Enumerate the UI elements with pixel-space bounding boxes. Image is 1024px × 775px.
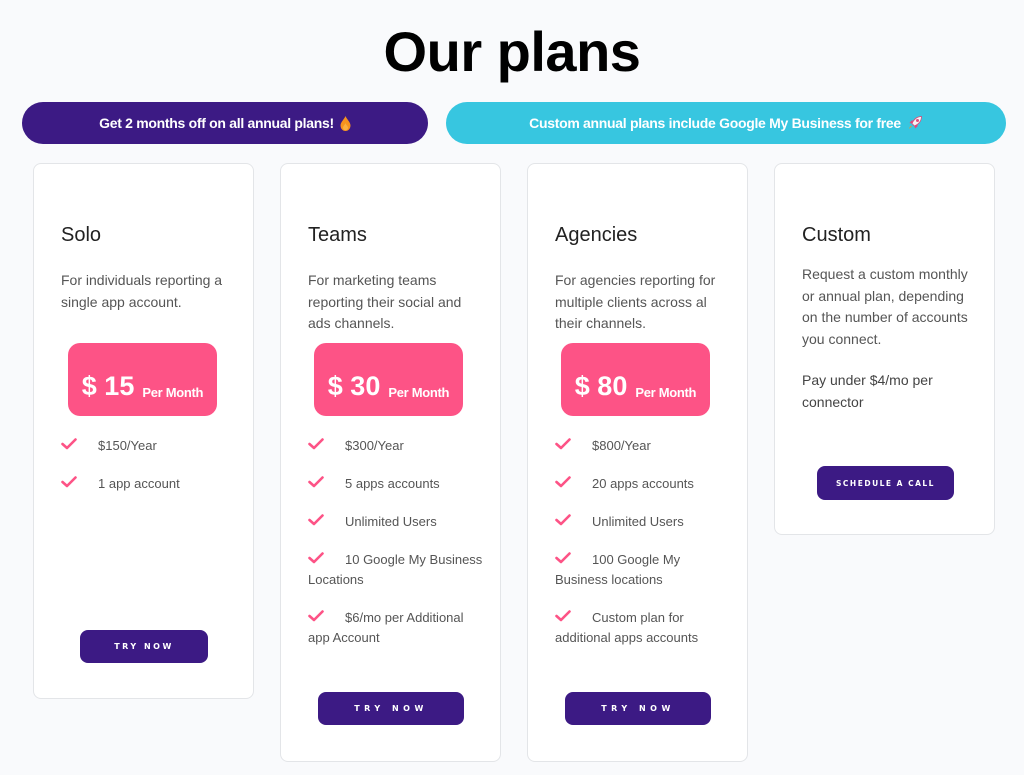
plan-card-agencies: Agencies For agencies reporting for mult… <box>527 163 748 762</box>
plan-card-custom: Custom Request a custom monthly or annua… <box>774 163 995 535</box>
feature-text: $800/Year <box>592 438 651 453</box>
check-icon <box>555 514 571 526</box>
annual-discount-text: Get 2 months off on all annual plans! <box>99 115 334 131</box>
schedule-call-button[interactable]: SCHEDULE A CALL <box>817 466 954 500</box>
feature-text: 10 Google My Business Locations <box>308 552 483 587</box>
feature-item: Custom plan for additional apps accounts <box>555 608 735 648</box>
feature-item: $6/mo per Additional app Account <box>308 608 488 648</box>
feature-text: Custom plan for additional apps accounts <box>555 610 699 645</box>
pricing-page: Our plans Get 2 months off on all annual… <box>0 0 1024 775</box>
price-badge: $ 15 Per Month <box>68 343 217 416</box>
check-icon <box>308 514 324 526</box>
feature-item: 5 apps accounts <box>308 474 488 494</box>
feature-text: Unlimited Users <box>592 514 684 529</box>
plan-name: Custom <box>802 224 871 246</box>
check-icon <box>308 552 324 564</box>
price-period: Per Month <box>142 385 204 400</box>
plan-card-solo: Solo For individuals reporting a single … <box>33 163 254 699</box>
plan-description: Request a custom monthly or annual plan,… <box>802 266 968 347</box>
plan-description: For individuals reporting a single app a… <box>61 272 223 310</box>
custom-plan-banner-text: Custom annual plans include Google My Bu… <box>529 115 901 131</box>
price-amount: $ 15 <box>81 371 135 401</box>
feature-item: 1 app account <box>61 474 241 494</box>
check-icon <box>308 610 324 622</box>
check-icon <box>555 476 571 488</box>
page-title: Our plans <box>383 20 641 83</box>
plan-description: For agencies reporting for multiple clie… <box>555 272 716 331</box>
feature-list: $300/Year 5 apps accounts Unlimited User… <box>308 436 488 666</box>
rocket-icon <box>907 115 923 131</box>
check-icon <box>555 438 571 450</box>
feature-text: 20 apps accounts <box>592 476 694 491</box>
try-now-button-teams[interactable]: TRY NOW <box>318 692 464 725</box>
price-amount: $ 80 <box>574 371 628 401</box>
feature-text: 1 app account <box>98 476 180 491</box>
feature-item: Unlimited Users <box>308 512 488 532</box>
custom-pricing-note: Pay under $4/mo per connector <box>802 372 933 410</box>
check-icon <box>555 552 571 564</box>
feature-item: $150/Year <box>61 436 241 456</box>
feature-text: $6/mo per Additional app Account <box>308 610 464 645</box>
price-badge: $ 80 Per Month <box>561 343 710 416</box>
plan-card-teams: Teams For marketing teams reporting thei… <box>280 163 501 762</box>
feature-item: $300/Year <box>308 436 488 456</box>
plan-name: Teams <box>308 224 367 246</box>
price-period: Per Month <box>635 385 697 400</box>
feature-text: $300/Year <box>345 438 404 453</box>
feature-item: 10 Google My Business Locations <box>308 550 488 590</box>
check-icon <box>555 610 571 622</box>
plan-description: For marketing teams reporting their soci… <box>308 272 462 331</box>
plan-name: Agencies <box>555 224 638 246</box>
plan-name: Solo <box>61 224 102 246</box>
feature-item: Unlimited Users <box>555 512 735 532</box>
feature-list: $800/Year 20 apps accounts Unlimited Use… <box>555 436 735 666</box>
annual-discount-banner: Get 2 months off on all annual plans! <box>22 102 428 144</box>
try-now-button-solo[interactable]: TRY NOW <box>80 630 208 663</box>
feature-text: $150/Year <box>98 438 157 453</box>
fire-icon <box>340 115 351 131</box>
custom-plan-banner: Custom annual plans include Google My Bu… <box>446 102 1006 144</box>
feature-item: 20 apps accounts <box>555 474 735 494</box>
try-now-button-agencies[interactable]: TRY NOW <box>565 692 711 725</box>
feature-text: 100 Google My Business locations <box>555 552 681 587</box>
check-icon <box>61 476 77 488</box>
feature-item: 100 Google My Business locations <box>555 550 735 590</box>
feature-text: 5 apps accounts <box>345 476 440 491</box>
check-icon <box>61 438 77 450</box>
feature-item: $800/Year <box>555 436 735 456</box>
price-amount: $ 30 <box>327 371 381 401</box>
feature-list: $150/Year 1 app account <box>61 436 241 512</box>
check-icon <box>308 476 324 488</box>
price-period: Per Month <box>388 385 450 400</box>
price-badge: $ 30 Per Month <box>314 343 463 416</box>
check-icon <box>308 438 324 450</box>
feature-text: Unlimited Users <box>345 514 437 529</box>
